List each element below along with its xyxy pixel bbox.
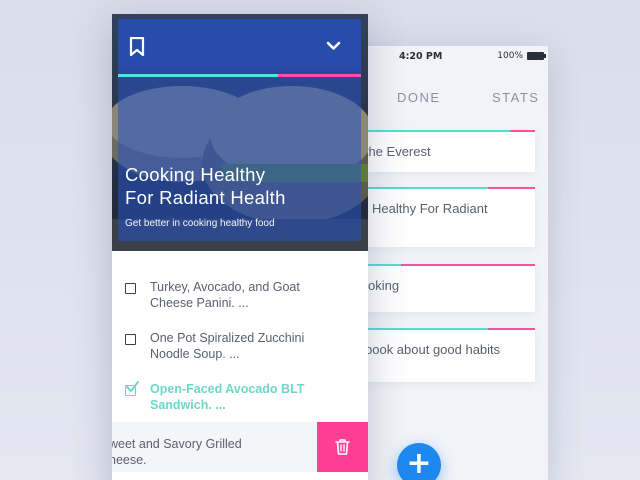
goal-card[interactable]: Healthy For Radiant	[368, 189, 535, 247]
status-time: 4:20 PM	[399, 51, 443, 62]
swiped-task-item[interactable]: weet and Savory Grilled heese.	[112, 422, 368, 472]
front-screen: Cooking Healthy For Radiant Health Get b…	[112, 14, 368, 480]
hero-progress-bar	[118, 74, 361, 77]
task-item[interactable]: Turkey, Avocado, and Goat Cheese Panini.…	[112, 270, 368, 316]
hero-topbar	[118, 19, 361, 71]
bookmark-icon[interactable]	[129, 37, 145, 57]
goal-card[interactable]: oking	[368, 266, 535, 312]
battery-icon	[527, 52, 546, 60]
task-text-line2: Cheese Panini. ...	[150, 296, 249, 310]
goal-title-line1: Cooking Healthy	[125, 164, 266, 185]
task-text-line2: heese.	[112, 453, 147, 467]
task-text: One Pot Spiralized Zucchini Noodle Soup.…	[150, 330, 360, 362]
goal-card-title: Healthy For Radiant	[372, 201, 488, 216]
goal-title-line2: For Radiant Health	[125, 187, 286, 208]
checkbox[interactable]	[125, 334, 136, 345]
goal-subtitle: Get better in cooking healthy food	[125, 218, 275, 229]
task-text: Open-Faced Avocado BLT Sandwich. ...	[150, 381, 360, 413]
task-text-line1: Open-Faced Avocado BLT	[150, 382, 305, 396]
task-text-line2: Noodle Soup. ...	[150, 347, 240, 361]
goal-card-title: book about good habits	[365, 342, 501, 357]
battery-percent: 100%	[497, 51, 523, 61]
task-text-line1: weet and Savory Grilled	[112, 437, 242, 451]
checkmark-icon	[126, 381, 139, 392]
trash-icon	[335, 439, 350, 455]
checkbox[interactable]	[125, 283, 136, 294]
task-item-completed[interactable]: Open-Faced Avocado BLT Sandwich. ...	[112, 372, 368, 418]
tab-done[interactable]: DONE	[397, 90, 441, 105]
task-text: weet and Savory Grilled heese.	[112, 436, 309, 468]
goal-title: Cooking Healthy For Radiant Health	[125, 163, 355, 209]
chevron-down-icon[interactable]	[326, 41, 341, 51]
hero-progress-fill	[118, 74, 279, 77]
status-battery: 100%	[497, 51, 546, 61]
add-button[interactable]: +	[397, 443, 441, 480]
task-text-line1: One Pot Spiralized Zucchini	[150, 331, 305, 345]
task-text-line1: Turkey, Avocado, and Goat	[150, 280, 300, 294]
task-text: Turkey, Avocado, and Goat Cheese Panini.…	[150, 279, 360, 311]
task-item[interactable]: One Pot Spiralized Zucchini Noodle Soup.…	[112, 321, 368, 367]
goal-card-title: oking	[368, 278, 400, 293]
delete-button[interactable]	[317, 422, 368, 472]
goal-card[interactable]: p the Everest	[354, 132, 535, 172]
goal-card[interactable]: book about good habits	[365, 330, 535, 382]
goal-hero: Cooking Healthy For Radiant Health Get b…	[112, 14, 368, 251]
task-text-line2: Sandwich. ...	[150, 398, 226, 412]
tab-stats[interactable]: STATS	[492, 90, 539, 105]
